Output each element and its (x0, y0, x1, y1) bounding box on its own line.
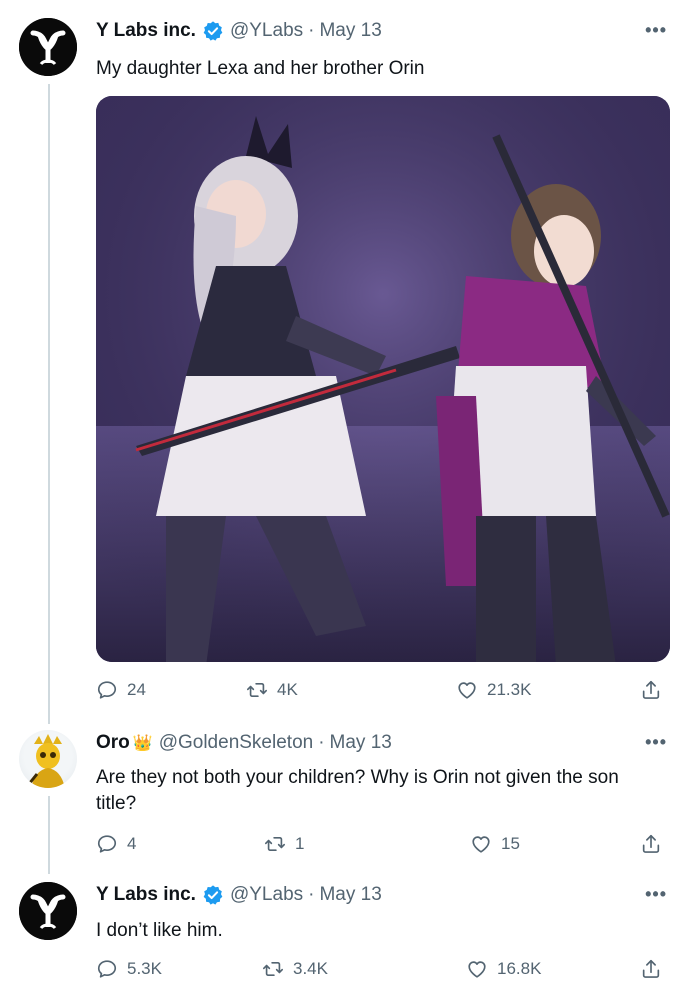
tweet-date[interactable]: May 13 (319, 20, 381, 42)
tweet-text: I don’t like him. (96, 920, 223, 941)
reply-button[interactable]: 4 (96, 833, 136, 855)
separator-dot: · (318, 732, 325, 753)
thread-connector-line (48, 796, 50, 874)
heart-icon (470, 833, 492, 855)
like-count: 16.8K (497, 959, 542, 978)
author-handle[interactable]: @YLabs (230, 20, 303, 42)
thread-connector-line (48, 84, 50, 724)
reply-button[interactable]: 24 (96, 679, 146, 701)
tweet-text: Are they not both your children? Why is … (96, 765, 666, 817)
reply-button[interactable]: 5.3K (96, 958, 162, 980)
reply-count: 5.3K (127, 959, 162, 978)
crown-emoji-icon: 👑 (132, 735, 153, 752)
tweet-text-line: Are they not both your children? Why is … (96, 767, 619, 788)
author-name[interactable]: Y Labs inc. (96, 20, 196, 42)
reply-count: 4 (127, 834, 137, 853)
more-options-icon[interactable]: ••• (645, 732, 667, 753)
separator-dot: · (308, 20, 315, 41)
heart-icon (466, 958, 488, 980)
verified-badge-icon (202, 20, 224, 42)
golden-skeleton-avatar[interactable] (19, 730, 77, 788)
y-labs-avatar[interactable] (19, 882, 77, 940)
author-name[interactable]: Y Labs inc. (96, 884, 196, 906)
tweet-date[interactable]: May 13 (319, 884, 381, 906)
like-button[interactable]: 15 (470, 833, 520, 855)
reply-icon (96, 833, 118, 855)
retweet-icon (264, 833, 286, 855)
separator-dot: · (308, 884, 315, 905)
author-handle[interactable]: @YLabs (230, 884, 303, 906)
tweet-text: My daughter Lexa and her brother Orin (96, 58, 425, 79)
share-button[interactable] (640, 679, 662, 701)
like-count: 15 (501, 834, 520, 853)
retweet-count: 4K (277, 680, 298, 699)
more-options-icon[interactable]: ••• (645, 20, 667, 41)
reply-count: 24 (127, 680, 146, 699)
author-name[interactable]: Oro (96, 732, 130, 754)
retweet-button[interactable]: 3.4K (262, 958, 328, 980)
more-options-icon[interactable]: ••• (645, 884, 667, 905)
retweet-button[interactable]: 4K (246, 679, 298, 701)
heart-icon (456, 679, 478, 701)
like-button[interactable]: 21.3K (456, 679, 531, 701)
share-button[interactable] (640, 958, 662, 980)
retweet-icon (246, 679, 268, 701)
retweet-icon (262, 958, 284, 980)
retweet-count: 1 (295, 834, 305, 853)
share-icon (640, 958, 662, 980)
golden-skeleton-avatar-image (27, 734, 65, 788)
reply-icon (96, 958, 118, 980)
tweet-text-line: title? (96, 793, 137, 814)
share-button[interactable] (640, 833, 662, 855)
y-labs-logo-icon (19, 18, 77, 76)
reply-icon (96, 679, 118, 701)
author-handle[interactable]: @GoldenSkeleton (159, 732, 314, 754)
tweet-media-image[interactable] (96, 96, 670, 662)
y-labs-logo-icon (19, 882, 77, 940)
y-labs-avatar[interactable] (19, 18, 77, 76)
verified-badge-icon (202, 884, 224, 906)
like-count: 21.3K (487, 680, 532, 699)
tweet-date[interactable]: May 13 (330, 732, 392, 754)
like-button[interactable]: 16.8K (466, 958, 541, 980)
character-artwork-image (96, 96, 670, 662)
retweet-button[interactable]: 1 (264, 833, 304, 855)
retweet-count: 3.4K (293, 959, 328, 978)
share-icon (640, 833, 662, 855)
share-icon (640, 679, 662, 701)
